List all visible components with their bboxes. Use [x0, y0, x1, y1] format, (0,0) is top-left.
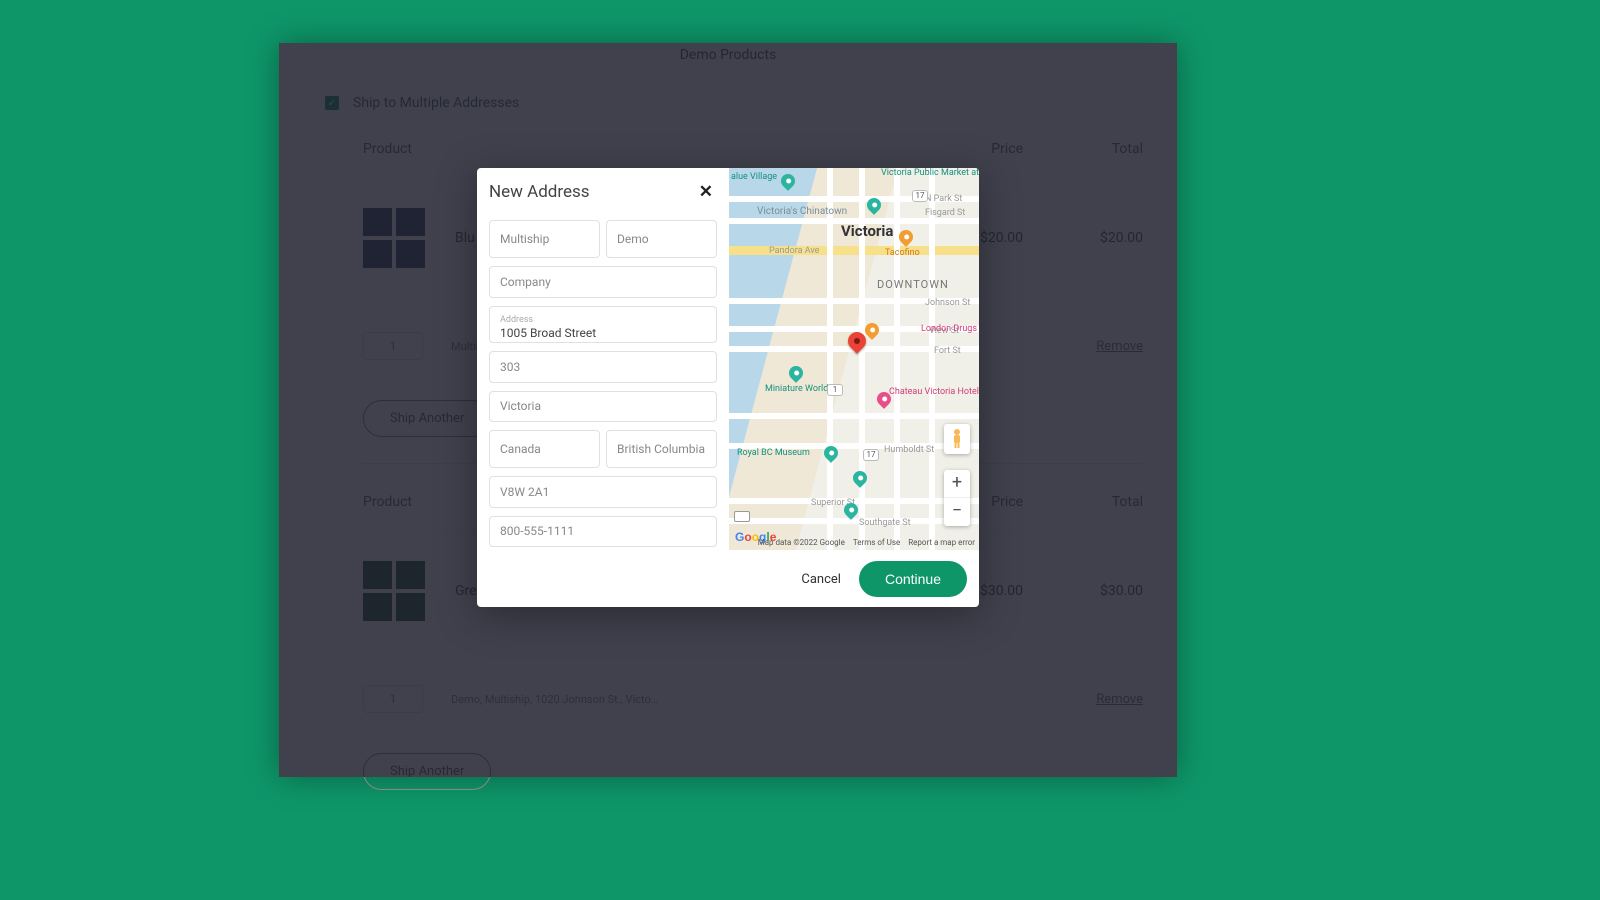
poi-public-market-label: Victoria Public Market at the Hudson — [881, 168, 971, 178]
continue-button[interactable]: Continue — [859, 561, 967, 597]
cancel-button[interactable]: Cancel — [801, 572, 841, 587]
last-name-field[interactable]: Demo — [606, 220, 717, 258]
country-field[interactable]: Canada — [489, 430, 600, 468]
postal-field[interactable]: V8W 2A1 — [489, 476, 717, 508]
zoom-in-button[interactable]: + — [944, 470, 970, 498]
map-panel[interactable]: Victoria DOWNTOWN Victoria's Chinatown P… — [729, 168, 979, 550]
modal-title: New Address — [489, 182, 590, 202]
company-field[interactable]: Company — [489, 266, 717, 298]
new-address-modal: New Address ✕ Multiship Demo Company Add… — [477, 168, 979, 607]
phone-field[interactable]: 800-555-1111 — [489, 516, 717, 548]
address2-field[interactable]: 303 — [489, 351, 717, 383]
street-southgate: Southgate St — [859, 518, 911, 528]
route-shield-1: 1 — [827, 384, 843, 396]
map-downtown-label: DOWNTOWN — [877, 278, 949, 291]
route-shield-17a: 17 — [912, 190, 928, 202]
street-johnson: Johnson St — [925, 298, 970, 308]
zoom-controls: + − — [944, 470, 970, 526]
poi-london-drugs-label: London Drugs — [921, 324, 977, 334]
map-report[interactable]: Report a map error — [908, 538, 975, 547]
map-attribution: Map data ©2022 Google Terms of Use Repor… — [758, 538, 975, 547]
province-field[interactable]: British Columbia — [606, 430, 717, 468]
first-name-field[interactable]: Multiship — [489, 220, 600, 258]
street-fort: Fort St — [934, 346, 961, 356]
street-humboldt: Humboldt St — [884, 445, 934, 455]
address-label: Address — [500, 316, 706, 325]
poi-royal-bc-label: Royal BC Museum — [737, 448, 810, 458]
city-field[interactable]: Victoria — [489, 391, 717, 423]
address-field[interactable]: Address 1005 Broad Street — [489, 306, 717, 344]
poi-chateau-label: Chateau Victoria Hotel & Suites — [889, 387, 977, 397]
poi-value-village-label: alue Village — [731, 172, 777, 182]
street-pandora: Pandora Ave — [769, 246, 819, 256]
keyboard-shortcuts-icon[interactable] — [734, 511, 750, 522]
poi-value-village — [778, 171, 798, 191]
map-chinatown-label: Victoria's Chinatown — [757, 206, 847, 217]
map-city-label: Victoria — [841, 222, 893, 240]
modal-form: New Address ✕ Multiship Demo Company Add… — [477, 168, 729, 551]
close-icon[interactable]: ✕ — [695, 178, 717, 206]
poi-miniature — [786, 363, 806, 383]
modal-footer: Cancel Continue — [477, 551, 979, 607]
map-data: Map data ©2022 Google — [758, 538, 845, 547]
zoom-out-button[interactable]: − — [944, 498, 970, 526]
route-shield-17b: 17 — [863, 449, 879, 461]
street-npark: N Park St — [925, 194, 962, 204]
street-fisgard: Fisgard St — [925, 208, 965, 218]
poi-1 — [850, 468, 870, 488]
pegman-icon[interactable] — [944, 424, 970, 454]
address-value: 1005 Broad Street — [500, 327, 706, 339]
poi-tacofino-label: Tacofino — [885, 248, 920, 258]
poi-miniature-label: Miniature World — [765, 384, 828, 394]
map-terms[interactable]: Terms of Use — [853, 538, 900, 547]
